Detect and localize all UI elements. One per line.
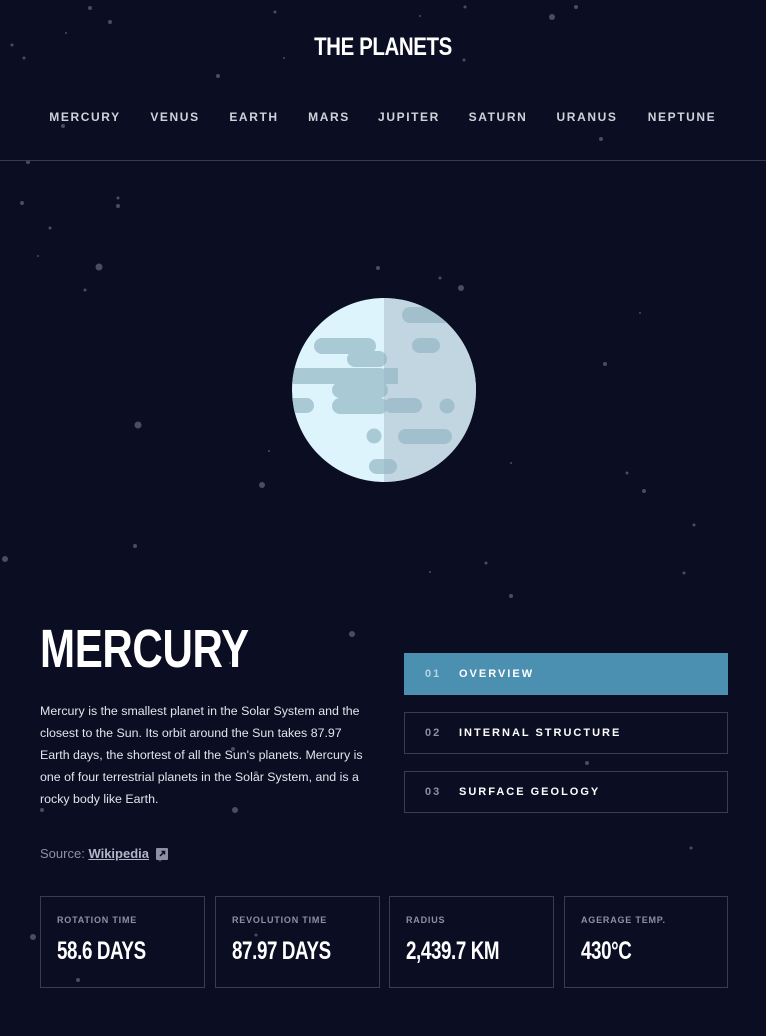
stat-label: AGERAGE TEMP. bbox=[581, 915, 666, 925]
tab-surface-geology[interactable]: 03 SURFACE GEOLOGY bbox=[404, 771, 728, 813]
header-divider bbox=[0, 160, 766, 161]
wikipedia-link[interactable]: Wikipedia bbox=[88, 846, 149, 861]
tab-label: OVERVIEW bbox=[459, 668, 535, 680]
tab-label: INTERNAL STRUCTURE bbox=[459, 727, 622, 739]
stat-average-temp: AGERAGE TEMP. 430°C bbox=[564, 896, 728, 988]
nav-item-saturn[interactable]: SATURN bbox=[469, 110, 528, 124]
planet-image bbox=[292, 298, 476, 482]
stat-label: REVOLUTION TIME bbox=[232, 915, 327, 925]
tab-number: 02 bbox=[425, 727, 442, 739]
nav-item-jupiter[interactable]: JUPITER bbox=[378, 110, 440, 124]
tab-overview[interactable]: 01 OVERVIEW bbox=[404, 653, 728, 695]
planet-nav: MERCURY VENUS EARTH MARS JUPITER SATURN … bbox=[0, 110, 766, 126]
stat-value: 58.6 DAYS bbox=[57, 937, 146, 965]
stat-revolution-time: REVOLUTION TIME 87.97 DAYS bbox=[215, 896, 380, 988]
nav-item-earth[interactable]: EARTH bbox=[229, 110, 278, 124]
stat-radius: RADIUS 2,439.7 KM bbox=[389, 896, 554, 988]
starfield-background bbox=[2, 5, 696, 982]
tab-internal-structure[interactable]: 02 INTERNAL STRUCTURE bbox=[404, 712, 728, 754]
stat-rotation-time: ROTATION TIME 58.6 DAYS bbox=[40, 896, 205, 988]
stat-label: RADIUS bbox=[406, 915, 446, 925]
tab-number: 03 bbox=[425, 786, 442, 798]
stat-value: 87.97 DAYS bbox=[232, 937, 331, 965]
tab-number: 01 bbox=[425, 668, 442, 680]
app-title: THE PLANETS bbox=[314, 33, 452, 61]
planet-description: Mercury is the smallest planet in the So… bbox=[40, 704, 363, 806]
tab-label: SURFACE GEOLOGY bbox=[459, 786, 601, 798]
external-link-icon[interactable] bbox=[155, 848, 168, 863]
source-label: Source: bbox=[40, 846, 85, 861]
nav-item-neptune[interactable]: NEPTUNE bbox=[648, 110, 717, 124]
source-line: Source: Wikipedia bbox=[40, 846, 168, 863]
stat-value: 430°C bbox=[581, 937, 632, 965]
nav-item-mars[interactable]: MARS bbox=[308, 110, 350, 124]
nav-item-venus[interactable]: VENUS bbox=[150, 110, 199, 124]
stat-label: ROTATION TIME bbox=[57, 915, 138, 925]
planet-name-heading: MERCURY bbox=[40, 619, 249, 679]
nav-item-mercury[interactable]: MERCURY bbox=[49, 110, 120, 124]
stat-value: 2,439.7 KM bbox=[406, 937, 500, 965]
nav-item-uranus[interactable]: URANUS bbox=[557, 110, 618, 124]
